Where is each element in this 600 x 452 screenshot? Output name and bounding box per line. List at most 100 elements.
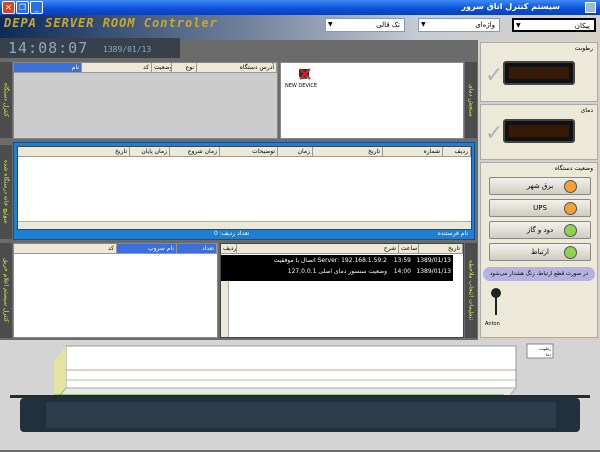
chevron-down-icon: ▼ [328,21,333,28]
fire-panel: تعداد نام سروپ کد [13,243,218,338]
events-footer: نام فرستنده [437,230,468,237]
device-icon[interactable] [298,67,312,81]
col-header[interactable]: زمان [278,147,313,157]
device-icons-panel: NEW DEVICE [280,62,464,139]
log-row[interactable]: 1389/01/13 14:00 وضعیت سنسور دمای اصلی 1… [221,268,453,277]
col-header[interactable]: شرح [237,244,399,254]
app-header: DEPA SERVER ROOM Controler ▼ تک قالی ▼ و… [0,15,600,40]
device-table[interactable]: آدرس دستگاه نوع وضعیت کد نام [13,62,278,139]
minimize-button[interactable]: _ [30,1,43,14]
col-header[interactable]: نام سروپ [117,244,177,254]
antenna-label: Anton [485,321,500,327]
col-header[interactable]: ردیف [443,147,471,157]
log-row[interactable]: 1389/01/13 13:59 اتصال با موفقیت Server:… [221,257,453,266]
log-time: 13:59 [393,257,411,264]
vertical-scrollbar[interactable] [221,281,229,337]
status-label: UPS [533,204,547,212]
chevron-down-icon: ▼ [516,22,521,29]
fire-header: تعداد نام سروپ کد [14,244,217,254]
humidity-section: رطوبت ✓ [480,42,598,102]
col-header[interactable]: کد [82,63,152,73]
side-label-settings: تنظیمات انتخاب ملاحظه [465,243,477,338]
col-header[interactable]: کد [14,244,117,254]
date-display: 1389/01/13 [103,45,152,54]
status-indicator [564,246,577,259]
status-connection[interactable]: ارتباط [489,243,591,261]
col-header[interactable]: زمان پایان [130,147,170,157]
legend-humidity: رطوبت [539,346,551,351]
col-header[interactable]: نام [14,63,82,73]
maximize-button[interactable]: ❐ [16,1,29,14]
side-label-fire: کنترل سیستم اعلام حریق [0,243,12,338]
window-title: سیستم کنترل اتاق سرور [461,2,560,11]
col-header[interactable]: تعداد [177,244,217,254]
horizontal-scrollbar[interactable] [18,221,471,229]
device-table-header: آدرس دستگاه نوع وضعیت کد نام [14,63,277,73]
right-panel: رطوبت ✓ دمای ✓ وضعیت دستگاه برق شهر UPS … [478,40,600,340]
combo-2[interactable]: ▼ واژه‌ای [418,18,500,32]
status-city-power[interactable]: برق شهر [489,177,591,195]
side-label-switch: سوئیچ خانه درستگاه شده [0,145,12,239]
status-indicator [564,180,577,193]
col-header[interactable]: تاریخ [313,147,383,157]
status-ups[interactable]: UPS [489,199,591,217]
col-header[interactable]: شماره [383,147,443,157]
side-label-device: کنترل دستگاه [0,62,12,138]
temperature-led-display [503,119,575,143]
events-header: ردیف شماره تاریخ زمان توضیحات زمان شروع … [18,147,471,157]
col-header[interactable]: ساعت [399,244,419,254]
alarm-note: در صورت قطع ارتباط، زنگ هشدار می‌شود [483,267,595,281]
events-panel: ردیف شماره تاریخ زمان توضیحات زمان شروع … [13,142,475,240]
check-icon: ✓ [485,63,504,88]
log-header: تاریخ ساعت شرح ردیف [221,244,463,254]
combo-3-value: پیکان [574,22,590,30]
col-header[interactable]: تاریخ [419,244,463,254]
log-desc: اتصال با موفقیت Server: 192.168.1.59:2 [273,257,387,264]
temperature-section: دمای ✓ [480,104,598,160]
col-header[interactable]: توضیحات [220,147,278,157]
status-indicator [564,202,577,215]
combo-2-value: واژه‌ای [475,21,495,29]
col-header[interactable]: آدرس دستگاه [197,63,277,73]
device-icon-label: NEW DEVICE [285,83,317,89]
close-button[interactable]: ✕ [2,1,15,14]
chart-plot-area [65,345,517,389]
log-date: 1389/01/13 [416,268,451,275]
app-icon [585,2,596,13]
antenna-icon [489,287,503,319]
events-count: تعداد ردیف: 0 [214,230,250,237]
humidity-title: رطوبت [574,45,593,52]
legend-temperature: دما [546,352,551,357]
events-table[interactable]: ردیف شماره تاریخ زمان توضیحات زمان شروع … [17,146,472,230]
status-label: ارتباط [531,248,549,256]
status-indicator [564,224,577,237]
window-titlebar: ✕ ❐ _ سیستم کنترل اتاق سرور [0,0,600,15]
log-time: 14:00 [393,268,411,275]
col-header[interactable]: وضعیت [152,63,172,73]
side-label-temp: سنجش دمای [465,62,477,138]
combo-1[interactable]: ▼ تک قالی [325,18,405,32]
humidity-led-display [503,61,575,85]
log-panel: تاریخ ساعت شرح ردیف 1389/01/13 13:59 اتص… [220,243,464,338]
combo-1-value: تک قالی [376,21,400,29]
log-desc: وضعیت سنسور دمای اصلی 127.0.0.1 [287,268,387,275]
status-label: برق شهر [526,182,554,190]
log-list[interactable]: 1389/01/13 13:59 اتصال با موفقیت Server:… [221,255,453,281]
clock-bar: 14:08:07 1389/01/13 [0,38,180,58]
check-icon: ✓ [485,121,504,146]
combo-3[interactable]: ▼ پیکان [512,18,596,32]
brand-logo: DEPA SERVER ROOM Controler [4,16,218,30]
status-smoke-gas[interactable]: دود و گاز [489,221,591,239]
log-date: 1389/01/13 [416,257,451,264]
col-header[interactable]: تاریخ [18,147,130,157]
chart-area: 123456789101112131415161718192021222324 … [0,340,600,450]
chart-svg: 123456789101112131415161718192021222324 … [10,343,590,432]
chart-bottom-rail [10,395,590,398]
temperature-title: دمای [580,107,593,114]
col-header[interactable]: نوع [172,63,197,73]
col-header[interactable]: ردیف [221,244,237,254]
status-label: دود و گاز [526,226,554,234]
device-status-section: وضعیت دستگاه برق شهر UPS دود و گاز ارتبا… [480,162,598,338]
col-header[interactable]: زمان شروع [170,147,220,157]
status-title: وضعیت دستگاه [554,165,593,172]
